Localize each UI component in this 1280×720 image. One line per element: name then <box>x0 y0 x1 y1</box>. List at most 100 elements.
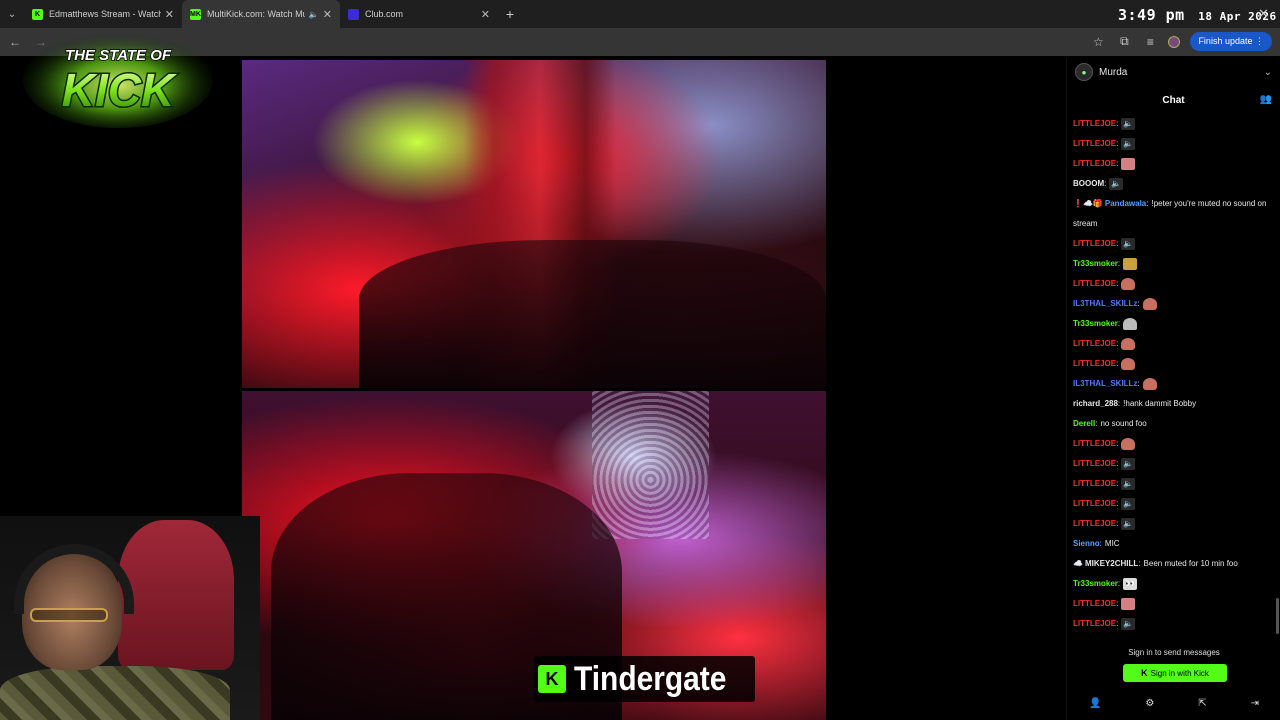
tab-search-icon[interactable]: ⌄ <box>0 0 24 28</box>
chat-username[interactable]: richard_288 <box>1073 399 1118 408</box>
tab-close-icon[interactable]: ✕ <box>323 8 332 21</box>
chat-username[interactable]: Tr33smoker <box>1073 579 1118 588</box>
chat-separator: : <box>1137 379 1140 388</box>
chat-username[interactable]: LITTLEJOE <box>1073 499 1116 508</box>
browser-tab-strip: ⌄ K Edmatthews Stream - Watch Li ✕ MK MultiK… <box>0 0 1280 28</box>
chat-username[interactable]: Derell <box>1073 419 1095 428</box>
chat-separator: : <box>1104 179 1107 188</box>
chat-username[interactable]: LITTLEJOE <box>1073 479 1116 488</box>
chat-message: BOOOM: 🔈 <box>1073 174 1275 194</box>
profile-avatar[interactable] <box>1168 35 1181 48</box>
face-emote-icon <box>1121 597 1136 610</box>
toolbar-right-group: ☆ ⧉ ≡ Finish update ⋮ <box>1090 32 1272 51</box>
chat-message: Sienno: MIC <box>1073 534 1275 554</box>
window-close-button[interactable]: ✕ <box>1258 6 1269 22</box>
users-icon[interactable]: 👥 <box>1260 94 1272 105</box>
chat-separator: : <box>1116 339 1119 348</box>
chat-username[interactable]: Tr33smoker <box>1073 259 1118 268</box>
chat-scrollbar[interactable] <box>1276 598 1279 634</box>
collapse-chat-icon[interactable]: ⇥ <box>1251 698 1259 716</box>
chat-separator: : <box>1116 279 1119 288</box>
chat-separator: : <box>1116 499 1119 508</box>
chat-username[interactable]: LITTLEJOE <box>1073 119 1116 128</box>
chat-separator: : <box>1116 479 1119 488</box>
chat-message: LITTLEJOE: 🔈 <box>1073 494 1275 514</box>
finish-update-button[interactable]: Finish update ⋮ <box>1190 32 1272 51</box>
speaker-emote-icon: 🔈 <box>1121 237 1136 250</box>
chat-message: ❗☁️🎁 Pandawala: !peter you're muted no sou… <box>1073 194 1275 234</box>
browser-tab[interactable]: MK MultiKick.com: Watch Multi 🔈 ✕ <box>182 0 340 28</box>
stream-clock: 3:49 pm 18 Apr 2026 <box>1118 6 1277 24</box>
hand-emote-icon <box>1142 297 1157 310</box>
tab-favicon-icon: MK <box>190 8 201 20</box>
signin-with-kick-button[interactable]: K Sign in with Kick <box>1123 664 1227 682</box>
chat-message: LITTLEJOE: <box>1073 354 1275 374</box>
headset-icon <box>14 544 134 614</box>
chevron-down-icon[interactable]: ⌄ <box>1264 67 1272 78</box>
chat-username[interactable]: IL3THAL_SKILLz <box>1073 379 1137 388</box>
chat-username[interactable]: LITTLEJOE <box>1073 519 1116 528</box>
browser-tab[interactable]: K Edmatthews Stream - Watch Li ✕ <box>24 0 182 28</box>
speaker-emote-icon: 🔈 <box>1121 517 1136 530</box>
video-bottom-ceiling-lights <box>592 391 710 540</box>
chat-username[interactable]: Pandawala <box>1105 199 1146 208</box>
chat-separator: : <box>1116 599 1119 608</box>
speaker-emote-icon: 🔈 <box>1121 137 1136 150</box>
add-user-icon[interactable]: 👤 <box>1089 698 1101 716</box>
media-controls-icon[interactable]: ≡ <box>1142 35 1158 49</box>
gaming-chair <box>118 520 234 670</box>
chat-separator: : <box>1116 139 1119 148</box>
chat-username[interactable]: BOOOM <box>1073 179 1104 188</box>
chat-username[interactable]: LITTLEJOE <box>1073 439 1116 448</box>
chat-message: LITTLEJOE: 🔈 <box>1073 514 1275 534</box>
pepe-emote-icon <box>1123 257 1138 270</box>
popout-icon[interactable]: ⇱ <box>1198 698 1206 716</box>
chat-separator: : <box>1117 579 1121 588</box>
streamer-webcam <box>0 516 260 720</box>
logo-line1: THE STATE OF <box>65 47 172 64</box>
chat-separator: : <box>1116 239 1119 248</box>
chat-channel-header[interactable]: ● Murda ⌄ <box>1067 58 1280 86</box>
chat-message: LITTLEJOE: <box>1073 274 1275 294</box>
chat-username[interactable]: LITTLEJOE <box>1073 239 1116 248</box>
chat-separator: : <box>1116 459 1119 468</box>
chat-title-row: Chat 👥 <box>1067 86 1280 114</box>
tab-favicon-icon <box>348 8 359 20</box>
user-badges: ☁️ <box>1073 559 1083 568</box>
tab-title: MultiKick.com: Watch Multi <box>207 9 305 19</box>
chat-message: LITTLEJOE: <box>1073 434 1275 454</box>
speaker-emote-icon: 🔈 <box>1121 617 1136 630</box>
extensions-icon[interactable]: ⧉ <box>1116 34 1132 49</box>
chat-username[interactable]: Tr33smoker <box>1073 319 1118 328</box>
chat-separator: : <box>1117 399 1121 408</box>
bookmark-star-icon[interactable]: ☆ <box>1090 35 1106 49</box>
chat-username[interactable]: LITTLEJOE <box>1073 359 1116 368</box>
chat-username[interactable]: LITTLEJOE <box>1073 339 1116 348</box>
chat-username[interactable]: Sienno <box>1073 539 1100 548</box>
chat-message-text: MIC <box>1104 539 1120 548</box>
chat-message: IL3THAL_SKILLz: <box>1073 294 1275 314</box>
chat-username[interactable]: LITTLEJOE <box>1073 459 1116 468</box>
chat-message: LITTLEJOE: 🔈 <box>1073 474 1275 494</box>
browser-tab[interactable]: Club.com ✕ <box>340 0 498 28</box>
tab-audio-icon[interactable]: 🔈 <box>309 10 319 19</box>
gear-icon[interactable]: ⚙ <box>1145 698 1154 716</box>
chat-message-list[interactable]: LITTLEJOE: 🔈 LITTLEJOE: 🔈 LITTLEJOE: BOOOM: 🔈 ❗… <box>1067 114 1280 634</box>
chat-username[interactable]: LITTLEJOE <box>1073 279 1116 288</box>
chat-separator: : <box>1146 199 1149 208</box>
chat-message: LITTLEJOE: 🔈 <box>1073 614 1275 634</box>
tab-close-icon[interactable]: ✕ <box>165 8 174 21</box>
new-tab-button[interactable]: + <box>498 6 522 22</box>
chat-message: Tr33smoker: <box>1073 314 1275 334</box>
tab-close-icon[interactable]: ✕ <box>481 8 490 21</box>
tab-title: Edmatthews Stream - Watch Li <box>49 9 161 19</box>
chat-username[interactable]: MIKEY2CHILL <box>1085 559 1138 568</box>
speaker-emote-icon: 🔈 <box>1109 177 1124 190</box>
chat-separator: : <box>1095 419 1098 428</box>
stream-video-top[interactable] <box>242 60 826 388</box>
chat-username[interactable]: IL3THAL_SKILLz <box>1073 299 1137 308</box>
chat-username[interactable]: LITTLEJOE <box>1073 139 1116 148</box>
chat-username[interactable]: LITTLEJOE <box>1073 159 1116 168</box>
chat-username[interactable]: LITTLEJOE <box>1073 599 1116 608</box>
chat-username[interactable]: LITTLEJOE <box>1073 619 1116 628</box>
